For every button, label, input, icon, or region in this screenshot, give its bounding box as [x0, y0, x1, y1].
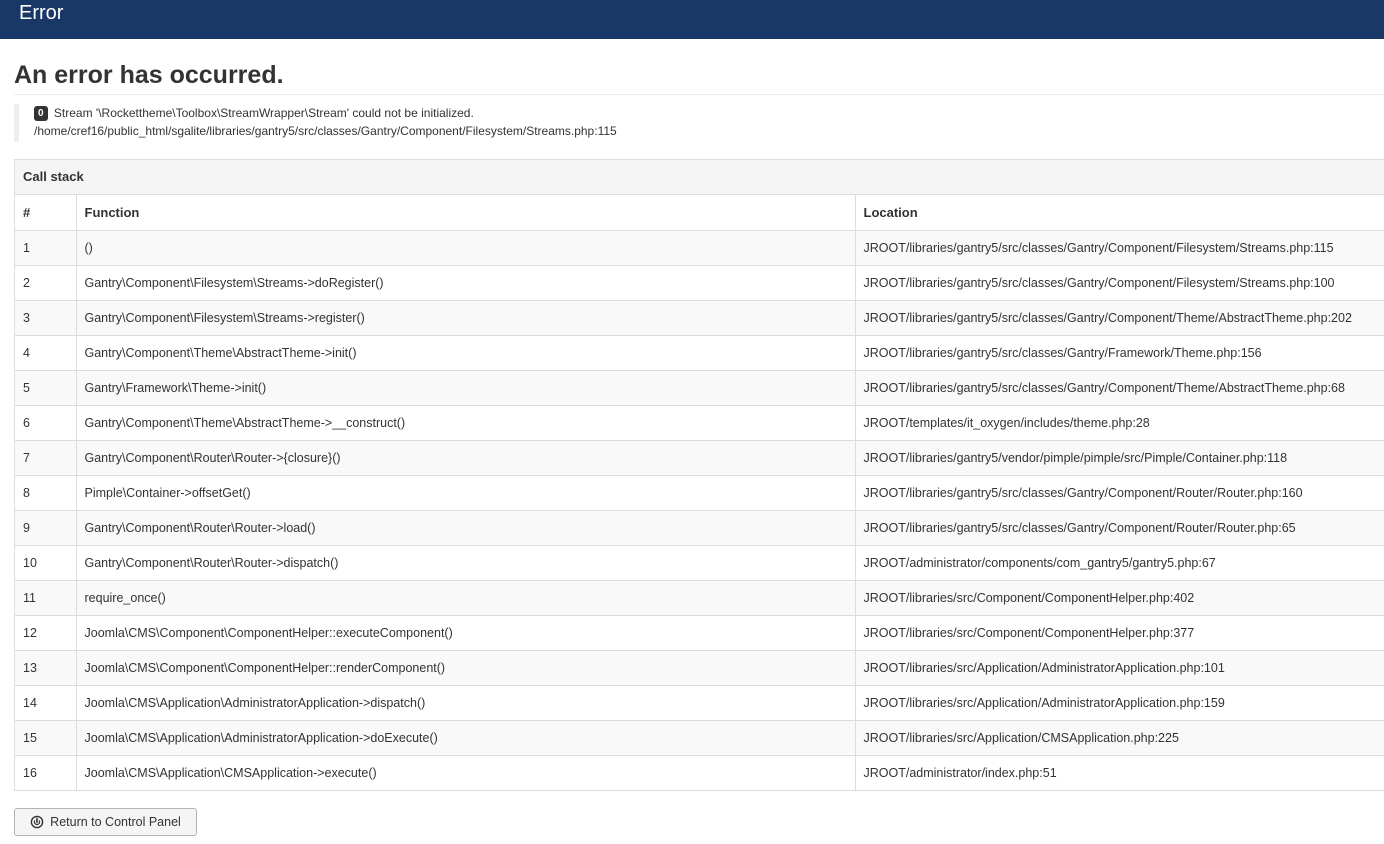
row-number: 2 — [15, 265, 76, 301]
row-location: JROOT/libraries/src/Component/ComponentH… — [854, 615, 1384, 651]
row-number: 4 — [15, 335, 76, 371]
title-divider — [14, 94, 1384, 95]
return-to-control-panel-button[interactable]: Return to Control Panel — [14, 808, 197, 836]
row-location: JROOT/libraries/gantry5/src/classes/Gant… — [854, 475, 1384, 511]
row-location: JROOT/templates/it_oxygen/includes/theme… — [854, 405, 1384, 441]
error-message-line: 0 Stream '\Rockettheme\Toolbox\StreamWra… — [34, 104, 617, 122]
call-stack-panel: Call stack # Function Location 1() JROOT/… — [14, 159, 1384, 791]
error-file-path: /home/cref16/public_html/sgalite/librari… — [34, 124, 617, 138]
table-row: 5 Gantry\Framework\Theme->init() JROOT/lib… — [15, 370, 1384, 406]
row-location: JROOT/libraries/src/Application/Administ… — [854, 650, 1384, 686]
call-stack-header-row: # Function Location — [15, 195, 1384, 231]
row-function: Joomla\CMS\Application\AdministratorAppl… — [75, 685, 855, 721]
call-stack-rows: 1() JROOT/libraries/gantry5/src/classes/G… — [15, 230, 1384, 790]
table-row: 1() JROOT/libraries/gantry5/src/classes/G… — [15, 230, 1384, 266]
row-function: Pimple\Container->offsetGet() — [75, 475, 855, 511]
row-function: Gantry\Component\Theme\AbstractTheme->__… — [75, 405, 855, 441]
column-header-location: Location — [854, 195, 1384, 231]
row-function: Joomla\CMS\Component\ComponentHelper::ex… — [75, 615, 855, 651]
row-number: 16 — [23, 765, 37, 780]
table-row: 10 Gantry\Component\Router\Router->dispat… — [15, 545, 1384, 581]
row-location: JROOT/administrator/index.php:51 — [854, 755, 1384, 790]
row-number: 12 — [15, 615, 76, 651]
row-number: 9 — [15, 510, 76, 546]
table-row: 9 Gantry\Component\Router\Router->load() J… — [15, 510, 1384, 546]
row-location: JROOT/libraries/src/Application/CMSAppli… — [854, 720, 1384, 756]
row-number: 7 — [15, 440, 76, 476]
return-button-label: Return to Control Panel — [50, 815, 181, 829]
row-location: JROOT/libraries/gantry5/src/classes/Gant… — [854, 230, 1384, 266]
row-number: 14 — [15, 685, 76, 721]
row-location: JROOT/libraries/src/Application/Administ… — [854, 685, 1384, 721]
call-stack-table: # Function Location 1() JROOT/libraries/g… — [15, 195, 1384, 790]
row-number: 5 — [15, 370, 76, 406]
row-number: 3 — [15, 300, 76, 336]
error-code-badge: 0 — [34, 106, 48, 121]
table-row: 13 Joomla\CMS\Component\ComponentHelper::… — [15, 650, 1384, 686]
table-row: 14 Joomla\CMS\Application\AdministratorAp… — [15, 685, 1384, 721]
page-title: An error has occurred. — [14, 61, 284, 89]
table-row: 6 Gantry\Component\Theme\AbstractTheme->_… — [15, 405, 1384, 441]
table-row: 3 Gantry\Component\Filesystem\Streams->re… — [15, 300, 1384, 336]
power-icon — [30, 815, 44, 829]
row-number: 6 — [15, 405, 76, 441]
row-location: JROOT/libraries/gantry5/src/classes/Gant… — [854, 335, 1384, 371]
row-location: JROOT/libraries/gantry5/src/classes/Gant… — [854, 370, 1384, 406]
header-title: Error — [19, 2, 64, 24]
table-row: 12 Joomla\CMS\Component\ComponentHelper::… — [15, 615, 1384, 651]
column-header-number: # — [15, 195, 76, 231]
row-number: 1 — [15, 230, 76, 266]
row-number: 8 — [15, 475, 76, 511]
row-number: 11 — [15, 580, 76, 616]
row-function: Gantry\Framework\Theme->init() — [75, 370, 855, 406]
table-row: 15 Joomla\CMS\Application\AdministratorAp… — [15, 720, 1384, 756]
row-location: JROOT/administrator/components/com_gantr… — [854, 545, 1384, 581]
page-header: Error — [0, 0, 1384, 39]
row-number: 10 — [15, 545, 76, 581]
error-message-text: Stream '\Rockettheme\Toolbox\StreamWrapp… — [53, 106, 474, 120]
call-stack-title: Call stack — [15, 160, 1384, 195]
table-row: 4 Gantry\Component\Theme\AbstractTheme->i… — [15, 335, 1384, 371]
row-location: JROOT/libraries/gantry5/vendor/pimple/pi… — [854, 440, 1384, 476]
row-function: Joomla\CMS\Application\AdministratorAppl… — [75, 720, 855, 756]
table-row: 2 Gantry\Component\Filesystem\Streams->do… — [15, 265, 1384, 301]
row-location: JROOT/libraries/gantry5/src/classes/Gant… — [854, 510, 1384, 546]
row-function: () — [75, 230, 855, 266]
row-number: 13 — [15, 650, 76, 686]
table-row: 16 Joomla\CMS\Application\CMSApplication-… — [15, 755, 1384, 790]
row-location: JROOT/libraries/src/Component/ComponentH… — [854, 580, 1384, 616]
row-function: Gantry\Component\Filesystem\Streams->reg… — [75, 300, 855, 336]
row-function: Gantry\Component\Filesystem\Streams->doR… — [75, 265, 855, 301]
row-location: JROOT/libraries/gantry5/src/classes/Gant… — [854, 265, 1384, 301]
row-function: Joomla\CMS\Component\ComponentHelper::re… — [75, 650, 855, 686]
table-row: 11 require_once() JROOT/libraries/src/Comp… — [15, 580, 1384, 616]
row-number: 15 — [15, 720, 76, 756]
row-function: Gantry\Component\Router\Router->dispatch… — [75, 545, 855, 581]
row-location: JROOT/libraries/gantry5/src/classes/Gant… — [854, 300, 1384, 336]
table-row: 7 Gantry\Component\Router\Router->{closur… — [15, 440, 1384, 476]
error-message-block: 0 Stream '\Rockettheme\Toolbox\StreamWra… — [14, 104, 617, 142]
table-row: 8 Pimple\Container->offsetGet() JROOT/libr… — [15, 475, 1384, 511]
row-function: Joomla\CMS\Application\CMSApplication->e… — [75, 755, 855, 790]
row-function: Gantry\Component\Theme\AbstractTheme->in… — [75, 335, 855, 371]
column-header-function: Function — [75, 195, 855, 231]
row-function: Gantry\Component\Router\Router->{closure… — [75, 440, 855, 476]
row-function: Gantry\Component\Router\Router->load() — [75, 510, 855, 546]
row-function: require_once() — [75, 580, 855, 616]
